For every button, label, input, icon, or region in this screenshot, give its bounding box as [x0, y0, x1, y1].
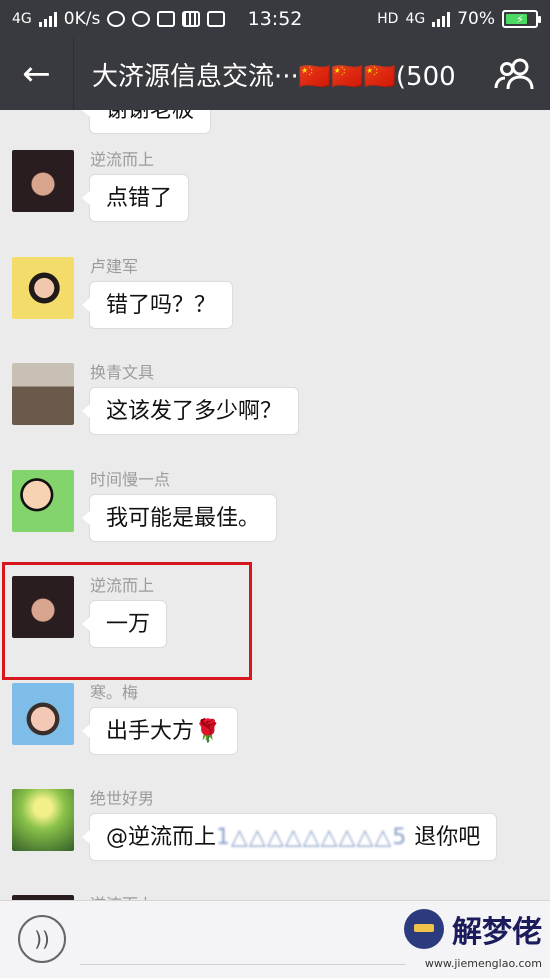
watermark-logo-icon	[404, 909, 444, 949]
message-bubble[interactable]: 点错了	[81, 174, 190, 222]
sender-name: 换青文具	[90, 363, 155, 382]
mention-text: @逆流而上	[106, 825, 217, 850]
wechat-notification-icon	[132, 11, 151, 27]
message-bubble[interactable]: @逆流而上1△△△△△△△△△5 退你吧	[81, 813, 498, 861]
status-right: HD 4G 70% ⚡	[377, 9, 541, 29]
avatar[interactable]	[12, 470, 74, 532]
chat-message-list[interactable]: 谢谢老板 逆流而上 点错了 卢建军 错了吗？？ 换青文具 这该发了多少啊？ 时间…	[0, 110, 550, 900]
avatar[interactable]	[12, 257, 74, 319]
input-bar: )) 解梦佬 www.jiemenglao.com	[0, 900, 550, 978]
message-bubble[interactable]: 出手大方🌹	[81, 707, 239, 755]
network-right-label: 4G	[405, 11, 426, 27]
sender-name: 卢建军	[90, 257, 139, 276]
network-label: 4G	[12, 11, 32, 27]
sender-name: 寒。梅	[90, 683, 139, 702]
watermark-text: 解梦佬	[452, 915, 542, 950]
battery-icon: ⚡	[502, 10, 541, 28]
mail-icon	[157, 11, 176, 27]
message-bubble[interactable]: 错了吗？？	[81, 281, 234, 329]
group-members-icon[interactable]	[480, 38, 550, 110]
group-title: 大济源信息交流···🇨🇳🇨🇳🇨🇳(500	[92, 61, 456, 92]
watermark: 解梦佬	[404, 907, 542, 951]
chat-notification-icon	[107, 11, 126, 27]
signal-right-icon	[432, 11, 451, 27]
sender-name: 时间慢一点	[90, 470, 171, 489]
status-left: 4G 0K/s	[12, 9, 226, 29]
avatar[interactable]	[12, 683, 74, 745]
message-bubble[interactable]: 我可能是最佳。	[81, 494, 278, 542]
app-icon	[207, 11, 226, 27]
message-bubble[interactable]: 这该发了多少啊？	[81, 387, 300, 435]
chat-header: ← 大济源信息交流···🇨🇳🇨🇳🇨🇳(500	[0, 38, 550, 110]
sender-name: 绝世好男	[90, 789, 155, 808]
battery-percent: 70%	[457, 9, 495, 29]
sender-name: 逆流而上	[90, 891, 154, 900]
avatar[interactable]	[12, 789, 74, 851]
back-arrow-icon[interactable]: ←	[0, 38, 74, 110]
signal-icon	[38, 11, 57, 27]
message-bubble[interactable]: 谢谢老板	[81, 110, 212, 134]
message-suffix: 退你吧	[407, 825, 481, 850]
highlight-frame	[2, 562, 252, 680]
voice-input-icon[interactable]: ))	[18, 915, 66, 963]
sender-name: 逆流而上	[90, 150, 155, 169]
avatar[interactable]	[12, 150, 74, 212]
app-grid-icon	[182, 11, 201, 27]
masked-phone-number: 1△△△△△△△△△5	[216, 825, 408, 850]
avatar[interactable]	[12, 363, 74, 425]
status-bar: 4G 0K/s 13:52 HD 4G 70% ⚡	[0, 0, 550, 38]
network-speed: 0K/s	[63, 9, 101, 29]
message-input[interactable]	[80, 913, 406, 965]
watermark-url: www.jiemenglao.com	[424, 957, 542, 970]
hd-label: HD	[377, 11, 399, 27]
